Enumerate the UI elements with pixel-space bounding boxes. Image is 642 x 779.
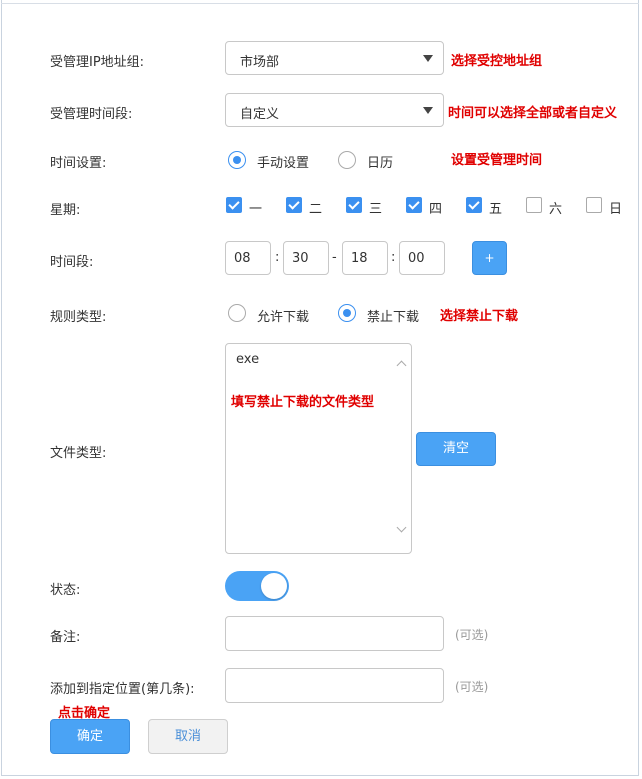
checkbox-fri[interactable] — [466, 197, 482, 213]
checkbox-sun[interactable] — [586, 197, 602, 213]
end-minute-input[interactable]: 00 — [399, 241, 445, 275]
scroll-up-icon[interactable] — [396, 360, 407, 371]
checkbox-tue[interactable] — [286, 197, 302, 213]
checkbox-thu[interactable] — [406, 197, 422, 213]
position-label: 添加到指定位置(第几条): — [50, 682, 195, 697]
range-separator: - — [332, 250, 337, 265]
radio-deny-download-label: 禁止下载 — [367, 310, 420, 325]
scroll-down-icon[interactable] — [396, 522, 407, 533]
add-time-button[interactable]: + — [472, 241, 507, 275]
position-input[interactable] — [225, 668, 444, 703]
time-range-annotation: 时间可以选择全部或者自定义 — [448, 106, 618, 121]
checkbox-wed-label: 三 — [369, 202, 383, 217]
remark-label: 备注: — [50, 630, 81, 645]
radio-calendar[interactable] — [338, 151, 356, 169]
clear-button[interactable]: 清空 — [416, 432, 496, 466]
confirm-button[interactable]: 确定 — [50, 719, 130, 754]
radio-manual[interactable] — [228, 151, 246, 169]
checkbox-thu-label: 四 — [429, 202, 443, 217]
position-optional-hint: (可选) — [455, 680, 489, 694]
time-separator: : — [275, 250, 280, 265]
checkbox-sat[interactable] — [526, 197, 542, 213]
time-range-value: 自定义 — [240, 107, 280, 122]
start-hour-input[interactable]: 08 — [225, 241, 271, 275]
status-toggle[interactable] — [225, 571, 289, 601]
ip-group-label: 受管理IP地址组: — [50, 55, 145, 70]
checkbox-fri-label: 五 — [489, 202, 503, 217]
file-type-annotation: 填写禁止下载的文件类型 — [231, 395, 375, 410]
rule-type-label: 规则类型: — [50, 310, 107, 325]
radio-allow-download-label: 允许下载 — [257, 310, 310, 325]
checkbox-mon[interactable] — [226, 197, 242, 213]
file-type-textarea[interactable]: exe — [225, 343, 412, 554]
radio-allow-download[interactable] — [228, 304, 246, 322]
checkbox-tue-label: 二 — [309, 202, 323, 217]
chevron-down-icon — [423, 55, 433, 62]
time-range-label: 受管理时间段: — [50, 107, 133, 122]
checkbox-sat-label: 六 — [549, 202, 563, 217]
status-label: 状态: — [50, 583, 81, 598]
textarea-scrollbar[interactable] — [393, 344, 411, 553]
radio-calendar-label: 日历 — [367, 156, 394, 171]
ip-group-value: 市场部 — [240, 55, 280, 70]
end-hour-input[interactable]: 18 — [342, 241, 388, 275]
cancel-button[interactable]: 取消 — [148, 719, 228, 754]
time-period-label: 时间段: — [50, 255, 94, 270]
time-range-select[interactable]: 自定义 — [225, 93, 444, 127]
radio-deny-download[interactable] — [338, 304, 356, 322]
weekday-label: 星期: — [50, 203, 81, 218]
remark-optional-hint: (可选) — [455, 628, 489, 642]
checkbox-sun-label: 日 — [609, 202, 623, 217]
time-setting-annotation: 设置受管理时间 — [451, 153, 543, 168]
rule-type-annotation: 选择禁止下载 — [440, 309, 519, 324]
toggle-knob — [261, 573, 287, 599]
start-minute-input[interactable]: 30 — [283, 241, 329, 275]
file-type-value: exe — [236, 352, 260, 367]
chevron-down-icon — [423, 107, 433, 114]
ip-group-select[interactable]: 市场部 — [225, 41, 444, 75]
time-setting-label: 时间设置: — [50, 156, 107, 171]
file-type-label: 文件类型: — [50, 446, 107, 461]
checkbox-wed[interactable] — [346, 197, 362, 213]
radio-manual-label: 手动设置 — [257, 156, 310, 171]
checkbox-mon-label: 一 — [249, 202, 263, 217]
ip-group-annotation: 选择受控地址组 — [451, 54, 543, 69]
top-divider — [1, 0, 639, 4]
remark-input[interactable] — [225, 616, 444, 651]
time-separator: : — [391, 250, 396, 265]
